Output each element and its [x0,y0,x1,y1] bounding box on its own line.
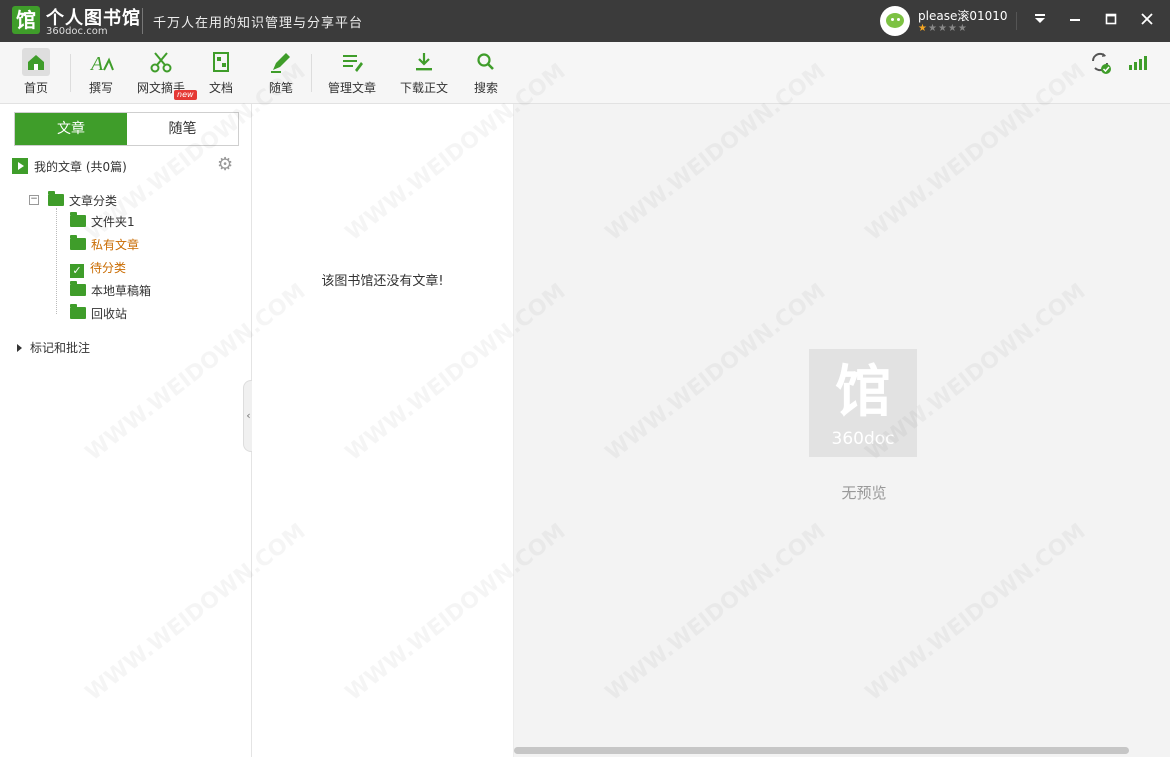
close-button[interactable] [1134,8,1160,34]
sidebar-tabs: 文章 随笔 [14,112,239,146]
article-list-pane: 该图书馆还没有文章! [252,104,514,757]
search-label: 搜索 [473,81,498,95]
star-icon: ★ [957,23,968,34]
signal-icon [1124,48,1152,76]
star-icon: ★ [927,23,938,34]
tree-item-label: 本地草稿箱 [91,284,152,298]
tree-item-folder1[interactable]: 文件夹1 [70,212,135,230]
notes-button[interactable]: 随笔 [266,48,296,96]
manage-articles-label: 管理文章 [327,81,376,95]
app-slogan: 千万人在用的知识管理与分享平台 [153,16,364,31]
star-icon: ★ [937,23,948,34]
expand-play-icon[interactable] [12,158,28,174]
write-icon: A [87,48,115,76]
close-icon [1141,13,1153,25]
tab-articles[interactable]: 文章 [15,113,127,145]
no-preview-label: 无预览 [841,484,887,502]
menu-icon [1035,14,1045,23]
preview-pane: 馆 360doc 无预览 [514,104,1170,757]
search-icon [472,48,500,76]
signal-button[interactable] [1124,48,1152,76]
toolbar: 首页 A 撰写 网文摘手 new 文档 随笔 管理文章 下载正文 搜索 [0,42,1170,104]
manage-icon [338,48,366,76]
tree-item-unsorted[interactable]: ✓ 待分类 [70,259,126,278]
document-icon [207,48,235,76]
title-bar: 馆 个人图书馆 360doc.com 千万人在用的知识管理与分享平台 pleas… [0,0,1170,42]
toolbar-divider [311,54,312,92]
menu-button[interactable] [1027,8,1053,34]
minimize-icon [1070,19,1080,21]
maximize-icon [1105,13,1117,25]
documents-label: 文档 [208,81,233,95]
title-divider [1016,12,1017,30]
minimize-button[interactable] [1062,8,1088,34]
folder-icon [70,235,86,250]
app-domain: 360doc.com [46,26,108,37]
horizontal-scrollbar[interactable] [514,747,1129,754]
sidebar: 文章 随笔 我的文章 (共0篇) ⚙ − 文章分类 文件夹1 私有文章 ✓ 待分类… [0,104,252,757]
user-level-stars: ★★★★★ [918,23,968,34]
home-label: 首页 [23,81,48,95]
tree-item-label: 回收站 [91,307,128,321]
my-articles-row[interactable]: 我的文章 (共0篇) ⚙ [12,154,242,175]
star-icon: ★ [947,23,958,34]
sync-button[interactable] [1085,48,1115,76]
avatar[interactable] [880,6,910,36]
tree-root-category[interactable]: 文章分类 [48,191,118,209]
title-divider [142,8,143,34]
search-button[interactable]: 搜索 [471,48,501,96]
tree-item-drafts[interactable]: 本地草稿箱 [70,281,152,299]
write-button[interactable]: A 撰写 [86,48,116,96]
svg-text:A: A [89,53,104,75]
folder-icon [70,304,86,319]
folder-icon [70,212,86,227]
marks-label: 标记和批注 [30,341,91,355]
tree-root-label: 文章分类 [69,194,118,208]
notes-label: 随笔 [268,81,293,95]
download-text-label: 下载正文 [399,81,448,95]
sync-icon [1086,48,1114,76]
avatar-eye-icon [891,18,894,21]
tree-item-label: 待分类 [90,261,127,275]
checkbox-icon: ✓ [70,264,84,278]
star-icon: ★ [918,23,928,34]
folder-open-icon [48,191,64,206]
gear-icon[interactable]: ⚙ [217,154,233,175]
home-button[interactable]: 首页 [20,48,52,96]
tree-item-private[interactable]: 私有文章 [70,235,140,253]
tree-item-label: 文件夹1 [91,215,135,229]
folder-icon [70,281,86,296]
tree-item-label: 私有文章 [91,238,140,252]
expand-arrow-icon [17,344,22,352]
preview-logo: 馆 360doc [809,349,917,457]
tab-notes[interactable]: 随笔 [127,113,238,145]
web-clipper-button[interactable]: 网文摘手 [136,48,186,96]
avatar-face-icon [886,13,904,28]
write-label: 撰写 [88,81,113,95]
app-logo-icon: 馆 [835,360,891,425]
app-logo-icon: 馆 [12,6,40,34]
username[interactable]: please滚01010 [918,7,1008,24]
tree-connector [56,208,57,314]
empty-list-message: 该图书馆还没有文章! [321,274,444,289]
scissors-icon [147,48,175,76]
marks-annotations-item[interactable]: 标记和批注 [17,339,90,356]
pen-icon [267,48,295,76]
avatar-eye-icon [897,18,900,21]
toolbar-divider [70,54,71,92]
documents-button[interactable]: 文档 [206,48,236,96]
collapse-icon[interactable]: − [29,195,39,205]
manage-articles-button[interactable]: 管理文章 [326,48,378,96]
maximize-button[interactable] [1098,8,1124,34]
download-icon [410,48,438,76]
tree-item-recycle-bin[interactable]: 回收站 [70,304,128,322]
my-articles-label[interactable]: 我的文章 (共0篇) [34,158,127,175]
home-icon [22,48,50,76]
new-badge: new [174,90,197,100]
chevron-left-icon: ‹ [246,409,251,422]
preview-logo-text: 360doc [831,429,895,449]
download-text-button[interactable]: 下载正文 [398,48,450,96]
